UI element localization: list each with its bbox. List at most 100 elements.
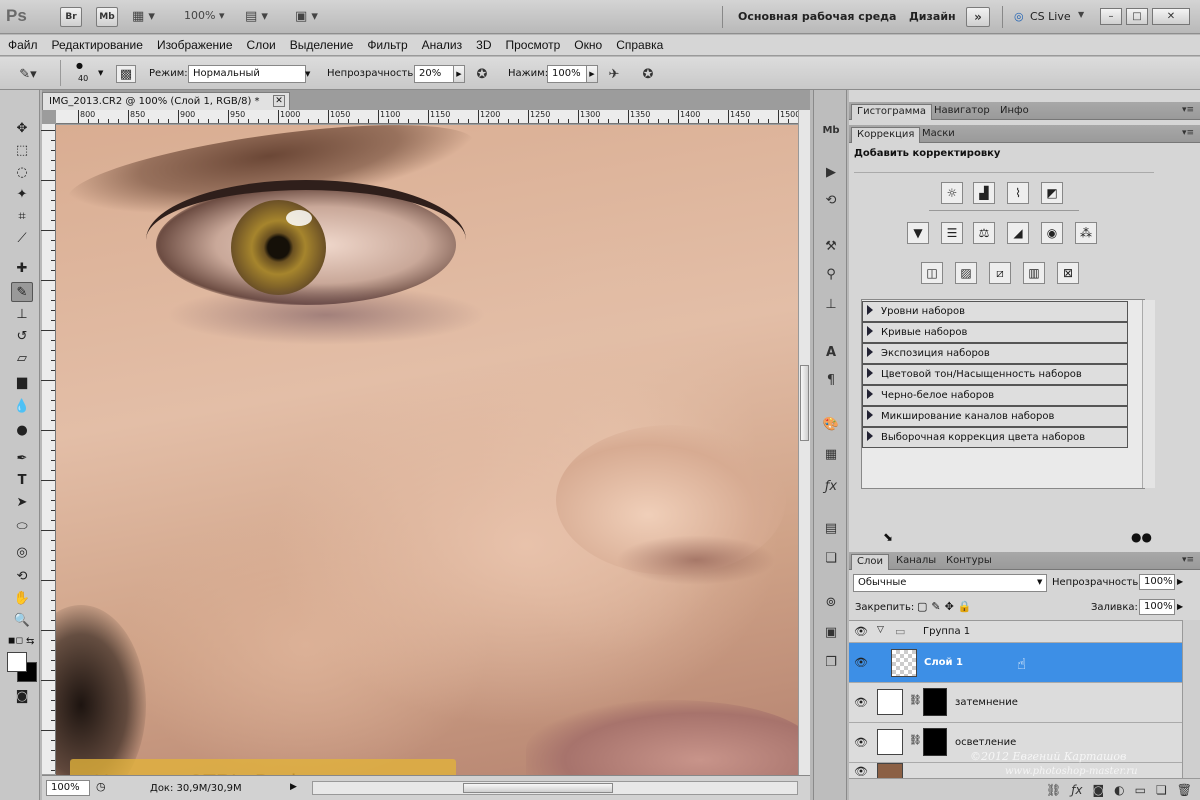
- new-layer-icon[interactable]: ❏: [1156, 783, 1167, 797]
- mode-select-arrow-icon[interactable]: ▼: [305, 70, 310, 78]
- opacity-input[interactable]: 20%: [414, 65, 454, 83]
- adjustments-options-icon[interactable]: ●●: [1131, 530, 1152, 544]
- brightness-contrast-icon[interactable]: ☼: [941, 182, 963, 204]
- tab-masks[interactable]: Маски: [917, 127, 960, 143]
- layer-row-darken[interactable]: 👁 ⛓ затемнение: [849, 683, 1182, 723]
- clip-to-layer-icon[interactable]: ⬊: [883, 530, 893, 544]
- lock-options-icon[interactable]: ▢✎✥🔒: [917, 600, 976, 613]
- zoom-level-dropdown[interactable]: 100% ▾: [184, 9, 224, 22]
- menu-view[interactable]: Просмотр: [505, 38, 560, 52]
- notes-panel-icon[interactable]: ▤: [820, 518, 842, 538]
- pressure-input[interactable]: 100%: [547, 65, 587, 83]
- more-workspaces-button[interactable]: »: [966, 7, 990, 27]
- horizontal-ruler[interactable]: 800 850 900 950 1000 1050 1100 1150 1200 1250 1300…: [56, 110, 798, 124]
- gradient-tool-icon[interactable]: ▆: [11, 372, 33, 392]
- cs-live-label[interactable]: CS Live: [1030, 10, 1071, 23]
- dodge-tool-icon[interactable]: ●: [11, 420, 33, 440]
- clone-stamp-tool-icon[interactable]: ⊥: [11, 304, 33, 324]
- eraser-tool-icon[interactable]: ▱: [11, 348, 33, 368]
- 3d-panel-icon[interactable]: ⊚: [820, 592, 842, 612]
- hand-tool-icon[interactable]: ✋: [11, 588, 33, 608]
- channel-mixer-icon[interactable]: ⁂: [1075, 222, 1097, 244]
- brush-tool-icon[interactable]: ✎: [11, 282, 33, 302]
- animation-panel-icon[interactable]: ❐: [820, 652, 842, 672]
- selective-color-icon[interactable]: ⊠: [1057, 262, 1079, 284]
- menu-select[interactable]: Выделение: [290, 38, 354, 52]
- threshold-icon[interactable]: ⧄: [989, 262, 1011, 284]
- fill-arrow-icon[interactable]: ▶: [1177, 602, 1183, 611]
- close-window-button[interactable]: ✕: [1152, 8, 1190, 25]
- close-document-icon[interactable]: ✕: [273, 95, 285, 107]
- photo-filter-icon[interactable]: ◉: [1041, 222, 1063, 244]
- new-group-icon[interactable]: ▭: [1135, 783, 1146, 797]
- preset-selective-color[interactable]: Выборочная коррекция цвета наборов: [862, 427, 1128, 448]
- vibrance-icon[interactable]: ▼: [907, 222, 929, 244]
- vertical-scrollbar[interactable]: [798, 110, 810, 775]
- vertical-ruler[interactable]: [41, 124, 56, 774]
- character-panel-icon[interactable]: A: [820, 342, 842, 362]
- blend-mode-select[interactable]: Обычные: [853, 574, 1047, 592]
- bridge-button[interactable]: Br: [60, 7, 82, 27]
- layer-style-icon[interactable]: ƒx: [1071, 783, 1082, 797]
- status-zoom-input[interactable]: 100%: [46, 780, 90, 796]
- hue-saturation-icon[interactable]: ☰: [941, 222, 963, 244]
- tab-adjustments[interactable]: Коррекция: [851, 127, 921, 143]
- layers-panel-menu-icon[interactable]: ▾≡: [1182, 555, 1194, 565]
- menu-window[interactable]: Окно: [574, 38, 602, 52]
- tab-info[interactable]: Инфо: [995, 104, 1034, 120]
- cs-live-icon[interactable]: ◎: [1014, 10, 1024, 23]
- type-tool-icon[interactable]: T: [11, 470, 33, 490]
- tablet-opacity-icon[interactable]: ✪: [472, 65, 492, 83]
- vertical-scroll-thumb[interactable]: [800, 365, 809, 441]
- mini-bridge-panel-icon[interactable]: Mb: [820, 120, 842, 140]
- lasso-tool-icon[interactable]: ◌: [11, 162, 33, 182]
- color-panel-icon[interactable]: 🎨: [820, 414, 842, 434]
- history-brush-tool-icon[interactable]: ↺: [11, 326, 33, 346]
- menu-filter[interactable]: Фильтр: [367, 38, 407, 52]
- 3d-orbit-tool-icon[interactable]: ⟲: [11, 566, 33, 586]
- black-white-icon[interactable]: ◢: [1007, 222, 1029, 244]
- tablet-size-icon[interactable]: ✪: [638, 65, 658, 83]
- minimize-button[interactable]: –: [1100, 8, 1122, 25]
- brush-preview-icon[interactable]: ●: [76, 61, 83, 70]
- layer-comps-panel-icon[interactable]: ❏: [820, 548, 842, 568]
- visibility-eye-icon[interactable]: 👁: [854, 736, 868, 749]
- eyedropper-tool-icon[interactable]: ⟋: [11, 228, 33, 248]
- tool-presets-panel-icon[interactable]: ⊥: [820, 294, 842, 314]
- visibility-eye-icon[interactable]: 👁: [854, 625, 868, 638]
- link-layers-icon[interactable]: ⛓: [1046, 783, 1061, 797]
- path-selection-tool-icon[interactable]: ➤: [11, 492, 33, 512]
- tool-preset-icon[interactable]: ✎▾: [18, 65, 38, 83]
- airbrush-icon[interactable]: ✈: [604, 65, 624, 83]
- styles-panel-icon[interactable]: ƒx: [820, 476, 842, 496]
- histogram-panel-menu-icon[interactable]: ▾≡: [1182, 105, 1194, 115]
- actions-panel-icon[interactable]: ▶: [820, 162, 842, 182]
- preset-black-white[interactable]: Черно-белое наборов: [862, 385, 1128, 406]
- preset-exposure[interactable]: Экспозиция наборов: [862, 343, 1128, 364]
- visibility-eye-icon[interactable]: 👁: [854, 765, 868, 778]
- presets-scrollbar[interactable]: [1142, 300, 1155, 488]
- menu-layer[interactable]: Слои: [247, 38, 276, 52]
- default-colors-icon[interactable]: ◼◻: [8, 636, 23, 646]
- add-mask-icon[interactable]: ◙: [1093, 783, 1105, 797]
- gradient-map-icon[interactable]: ▥: [1023, 262, 1045, 284]
- clone-source-panel-icon[interactable]: ⚲: [820, 264, 842, 284]
- group-expand-icon[interactable]: ▽: [877, 625, 884, 635]
- workspace-design[interactable]: Дизайн: [909, 10, 956, 23]
- horizontal-scroll-thumb[interactable]: [463, 783, 613, 793]
- document-tab[interactable]: IMG_2013.CR2 @ 100% (Слой 1, RGB/8) * ✕: [42, 92, 290, 110]
- brush-panel-icon[interactable]: ▩: [116, 65, 136, 83]
- screen-mode-icon[interactable]: ▣ ▾: [295, 9, 318, 24]
- layer-mask-thumbnail[interactable]: [923, 728, 947, 756]
- layer-opacity-arrow-icon[interactable]: ▶: [1177, 577, 1183, 586]
- shape-tool-icon[interactable]: ⬭: [11, 516, 33, 536]
- layer-row-group-1[interactable]: 👁 ▽ ▭ Группа 1: [849, 621, 1182, 643]
- levels-icon[interactable]: ▟: [973, 182, 995, 204]
- menu-edit[interactable]: Редактирование: [52, 38, 143, 52]
- new-adjustment-icon[interactable]: ◐: [1114, 783, 1124, 797]
- adjustments-panel-menu-icon[interactable]: ▾≡: [1182, 128, 1194, 138]
- tab-navigator[interactable]: Навигатор: [929, 104, 995, 120]
- preset-levels[interactable]: Уровни наборов: [862, 301, 1128, 322]
- menu-image[interactable]: Изображение: [157, 38, 233, 52]
- menu-analysis[interactable]: Анализ: [422, 38, 463, 52]
